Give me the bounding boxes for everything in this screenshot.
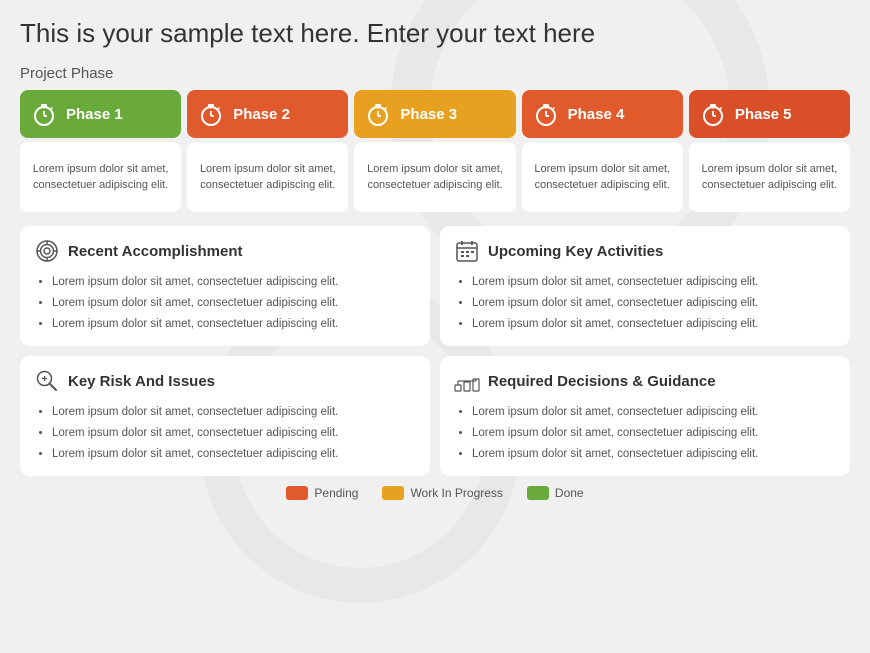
timer-icon-2 xyxy=(197,100,225,128)
phase-5-header: Phase 5 xyxy=(689,90,850,138)
required-decisions-title: Required Decisions & Guidance xyxy=(488,373,716,390)
list-item: Lorem ipsum dolor sit amet, consectetuer… xyxy=(472,314,836,335)
phase-1-col: Phase 1 Lorem ipsum dolor sit amet, cons… xyxy=(20,90,181,212)
upcoming-activities-list: Lorem ipsum dolor sit amet, consectetuer… xyxy=(454,272,836,334)
required-decisions-list: Lorem ipsum dolor sit amet, consectetuer… xyxy=(454,402,836,464)
phase-1-body: Lorem ipsum dolor sit amet, consectetuer… xyxy=(20,142,181,212)
list-item: Lorem ipsum dolor sit amet, consectetuer… xyxy=(472,293,836,314)
list-item: Lorem ipsum dolor sit amet, consectetuer… xyxy=(472,423,836,444)
timer-icon-1 xyxy=(30,100,58,128)
list-item: Lorem ipsum dolor sit amet, consectetuer… xyxy=(52,423,416,444)
phases-row: Phase 1 Lorem ipsum dolor sit amet, cons… xyxy=(20,90,850,212)
calendar-icon xyxy=(454,238,480,264)
search-magnify-icon xyxy=(34,368,60,394)
key-risk-title: Key Risk And Issues xyxy=(68,373,215,390)
list-item: Lorem ipsum dolor sit amet, consectetuer… xyxy=(472,402,836,423)
key-risk-card: Key Risk And Issues Lorem ipsum dolor si… xyxy=(20,356,430,476)
recent-accomplishment-list: Lorem ipsum dolor sit amet, consectetuer… xyxy=(34,272,416,334)
list-item: Lorem ipsum dolor sit amet, consectetuer… xyxy=(52,402,416,423)
phase-4-header: Phase 4 xyxy=(522,90,683,138)
legend-wip-label: Work In Progress xyxy=(410,486,502,500)
key-risk-header: Key Risk And Issues xyxy=(34,368,416,394)
section-label: Project Phase xyxy=(20,65,850,82)
upcoming-activities-title: Upcoming Key Activities xyxy=(488,243,663,260)
list-item: Lorem ipsum dolor sit amet, consectetuer… xyxy=(472,272,836,293)
phase-4-body: Lorem ipsum dolor sit amet, consectetuer… xyxy=(522,142,683,212)
legend-done: Done xyxy=(527,486,584,500)
phase-5-col: Phase 5 Lorem ipsum dolor sit amet, cons… xyxy=(689,90,850,212)
legend-wip-box xyxy=(382,486,404,500)
recent-accomplishment-card: Recent Accomplishment Lorem ipsum dolor … xyxy=(20,226,430,346)
upcoming-activities-card: Upcoming Key Activities Lorem ipsum dolo… xyxy=(440,226,850,346)
list-item: Lorem ipsum dolor sit amet, consectetuer… xyxy=(472,444,836,465)
bottom-grid: Recent Accomplishment Lorem ipsum dolor … xyxy=(20,226,850,476)
legend: Pending Work In Progress Done xyxy=(20,486,850,500)
legend-pending: Pending xyxy=(286,486,358,500)
required-decisions-header: Required Decisions & Guidance xyxy=(454,368,836,394)
list-item: Lorem ipsum dolor sit amet, consectetuer… xyxy=(52,444,416,465)
list-item: Lorem ipsum dolor sit amet, consectetuer… xyxy=(52,272,416,293)
phase-3-header: Phase 3 xyxy=(354,90,515,138)
upcoming-activities-header: Upcoming Key Activities xyxy=(454,238,836,264)
phase-4-label: Phase 4 xyxy=(568,106,625,123)
legend-pending-label: Pending xyxy=(314,486,358,500)
timer-icon-3 xyxy=(364,100,392,128)
phase-3-col: Phase 3 Lorem ipsum dolor sit amet, cons… xyxy=(354,90,515,212)
phase-2-label: Phase 2 xyxy=(233,106,290,123)
recent-accomplishment-title: Recent Accomplishment xyxy=(68,243,243,260)
phase-1-header: Phase 1 xyxy=(20,90,181,138)
target-icon xyxy=(34,238,60,264)
main-title: This is your sample text here. Enter you… xyxy=(20,18,850,49)
legend-pending-box xyxy=(286,486,308,500)
phase-2-col: Phase 2 Lorem ipsum dolor sit amet, cons… xyxy=(187,90,348,212)
list-item: Lorem ipsum dolor sit amet, consectetuer… xyxy=(52,314,416,335)
phase-2-header: Phase 2 xyxy=(187,90,348,138)
phase-4-col: Phase 4 Lorem ipsum dolor sit amet, cons… xyxy=(522,90,683,212)
legend-done-label: Done xyxy=(555,486,584,500)
list-item: Lorem ipsum dolor sit amet, consectetuer… xyxy=(52,293,416,314)
phase-2-body: Lorem ipsum dolor sit amet, consectetuer… xyxy=(187,142,348,212)
key-risk-list: Lorem ipsum dolor sit amet, consectetuer… xyxy=(34,402,416,464)
recent-accomplishment-header: Recent Accomplishment xyxy=(34,238,416,264)
legend-done-box xyxy=(527,486,549,500)
phase-1-label: Phase 1 xyxy=(66,106,123,123)
phase-5-label: Phase 5 xyxy=(735,106,792,123)
required-decisions-card: Required Decisions & Guidance Lorem ipsu… xyxy=(440,356,850,476)
team-icon xyxy=(454,368,480,394)
timer-icon-4 xyxy=(532,100,560,128)
legend-wip: Work In Progress xyxy=(382,486,502,500)
timer-icon-5 xyxy=(699,100,727,128)
phase-5-body: Lorem ipsum dolor sit amet, consectetuer… xyxy=(689,142,850,212)
phase-3-label: Phase 3 xyxy=(400,106,457,123)
phase-3-body: Lorem ipsum dolor sit amet, consectetuer… xyxy=(354,142,515,212)
